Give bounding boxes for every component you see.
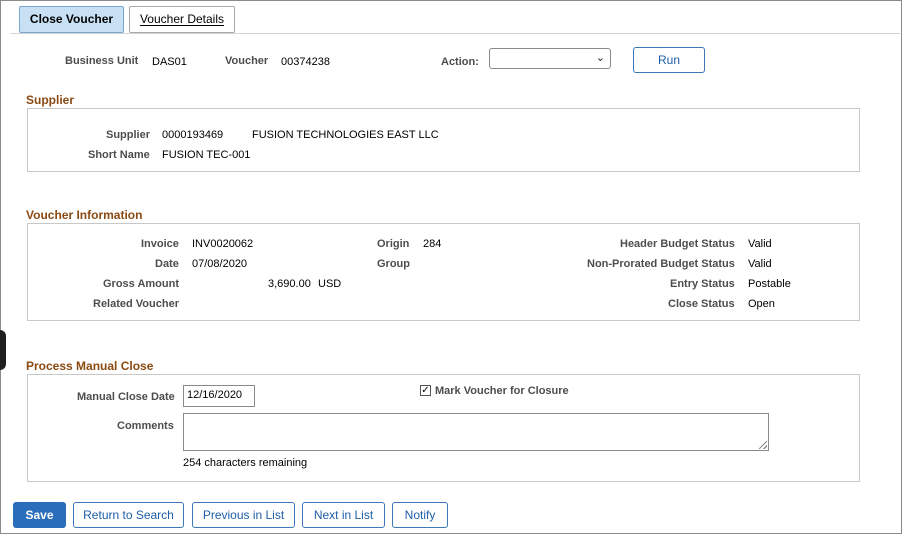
- voucher-info-section-title: Voucher Information: [26, 208, 143, 222]
- previous-in-list-button[interactable]: Previous in List: [192, 502, 295, 528]
- chevron-down-icon: ⌄: [595, 52, 605, 64]
- run-button[interactable]: Run: [633, 47, 705, 73]
- short-name-value: FUSION TEC-001: [162, 149, 251, 161]
- comments-label: Comments: [117, 420, 174, 432]
- supplier-name: FUSION TECHNOLOGIES EAST LLC: [252, 129, 439, 141]
- save-button[interactable]: Save: [13, 502, 66, 528]
- notify-button[interactable]: Notify: [392, 502, 448, 528]
- manual-close-section-title: Process Manual Close: [26, 359, 154, 373]
- business-unit-value: DAS01: [152, 56, 187, 68]
- resize-grip-icon[interactable]: [759, 441, 767, 449]
- origin-label: Origin: [377, 238, 410, 250]
- currency-code: USD: [318, 278, 342, 290]
- tab-close-voucher[interactable]: Close Voucher: [19, 6, 124, 33]
- nonprorated-budget-value: Valid: [748, 258, 772, 270]
- invoice-value: INV0020062: [192, 238, 254, 250]
- voucher-value: 00374238: [281, 56, 330, 68]
- origin-value: 284: [423, 238, 442, 250]
- tab-divider: [10, 33, 900, 34]
- chars-remaining: 254 characters remaining: [183, 457, 308, 469]
- entry-status-label: Entry Status: [670, 278, 735, 290]
- action-select[interactable]: ⌄: [489, 48, 611, 69]
- date-value: 07/08/2020: [192, 258, 248, 270]
- nonprorated-budget-label: Non-Prorated Budget Status: [587, 258, 735, 270]
- gross-amount-value: 3,690.00: [268, 278, 311, 290]
- supplier-section-title: Supplier: [26, 93, 75, 107]
- short-name-label: Short Name: [88, 149, 150, 161]
- comments-textarea[interactable]: [183, 413, 769, 451]
- mark-closure-checkbox[interactable]: ✓: [420, 385, 431, 396]
- supplier-label: Supplier: [106, 129, 151, 141]
- group-label: Group: [377, 258, 410, 270]
- date-label: Date: [155, 258, 179, 270]
- close-status-value: Open: [748, 298, 775, 310]
- return-to-search-button[interactable]: Return to Search: [73, 502, 184, 528]
- mark-closure-label[interactable]: Mark Voucher for Closure: [435, 385, 569, 397]
- next-in-list-button[interactable]: Next in List: [302, 502, 385, 528]
- edge-handle[interactable]: [0, 330, 6, 370]
- tab-voucher-details[interactable]: Voucher Details: [129, 6, 235, 33]
- close-status-label: Close Status: [668, 298, 735, 310]
- supplier-group: [27, 108, 860, 172]
- close-date-label: Manual Close Date: [77, 391, 175, 403]
- business-unit-label: Business Unit: [65, 55, 139, 67]
- invoice-label: Invoice: [141, 238, 179, 250]
- action-label: Action:: [441, 56, 479, 68]
- header-budget-value: Valid: [748, 238, 772, 250]
- entry-status-value: Postable: [748, 278, 791, 290]
- gross-amount-label: Gross Amount: [103, 278, 179, 290]
- close-date-input[interactable]: 12/16/2020: [183, 385, 255, 407]
- voucher-label: Voucher: [225, 55, 269, 67]
- supplier-id: 0000193469: [162, 129, 224, 141]
- related-voucher-label: Related Voucher: [93, 298, 179, 310]
- header-budget-label: Header Budget Status: [620, 238, 735, 250]
